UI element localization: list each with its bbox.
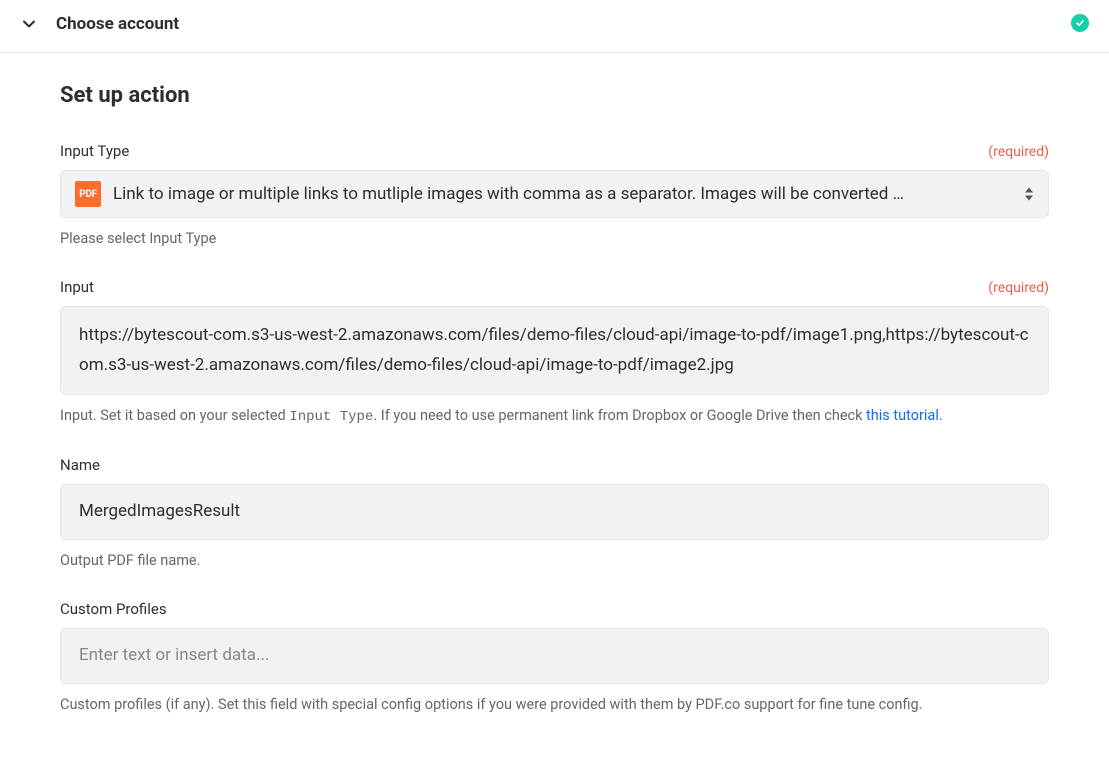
step-title: Choose account — [56, 14, 179, 34]
required-tag: (required) — [988, 280, 1049, 296]
pdf-icon: PDF — [75, 181, 101, 207]
input-type-select[interactable]: PDF Link to image or multiple links to m… — [60, 170, 1049, 218]
helper-code: Input Type — [289, 409, 373, 425]
chevron-down-icon[interactable] — [20, 15, 38, 33]
choose-account-step-header[interactable]: Choose account — [0, 0, 1109, 53]
field-input: Input (required) https://bytescout-com.s… — [60, 278, 1049, 429]
input-helper: Input. Set it based on your selected Inp… — [60, 405, 1049, 428]
required-tag: (required) — [988, 144, 1049, 160]
section-heading: Set up action — [60, 83, 1049, 108]
select-arrows-icon — [1024, 188, 1034, 201]
field-input-type: Input Type (required) PDF Link to image … — [60, 142, 1049, 250]
setup-action-section: Set up action Input Type (required) PDF … — [0, 53, 1109, 762]
helper-text-part: . — [939, 407, 943, 424]
input-type-value: Link to image or multiple links to mutli… — [113, 184, 998, 204]
field-name: Name MergedImagesResult Output PDF file … — [60, 456, 1049, 572]
input-label: Input — [60, 278, 94, 296]
helper-text-part: Input. Set it based on your selected — [60, 407, 289, 424]
input-type-helper: Please select Input Type — [60, 228, 1049, 250]
custom-profiles-field[interactable]: Enter text or insert data... — [60, 628, 1049, 684]
status-success-icon — [1071, 14, 1089, 32]
tutorial-link[interactable]: this tutorial — [866, 407, 939, 424]
helper-text-part: . If you need to use permanent link from… — [373, 407, 866, 424]
field-custom-profiles: Custom Profiles Enter text or insert dat… — [60, 600, 1049, 716]
name-label: Name — [60, 456, 100, 474]
name-field[interactable]: MergedImagesResult — [60, 484, 1049, 540]
input-field[interactable]: https://bytescout-com.s3-us-west-2.amazo… — [60, 306, 1049, 396]
custom-profiles-helper: Custom profiles (if any). Set this field… — [60, 694, 1049, 716]
custom-profiles-label: Custom Profiles — [60, 600, 167, 618]
input-type-label: Input Type — [60, 142, 129, 160]
name-helper: Output PDF file name. — [60, 550, 1049, 572]
